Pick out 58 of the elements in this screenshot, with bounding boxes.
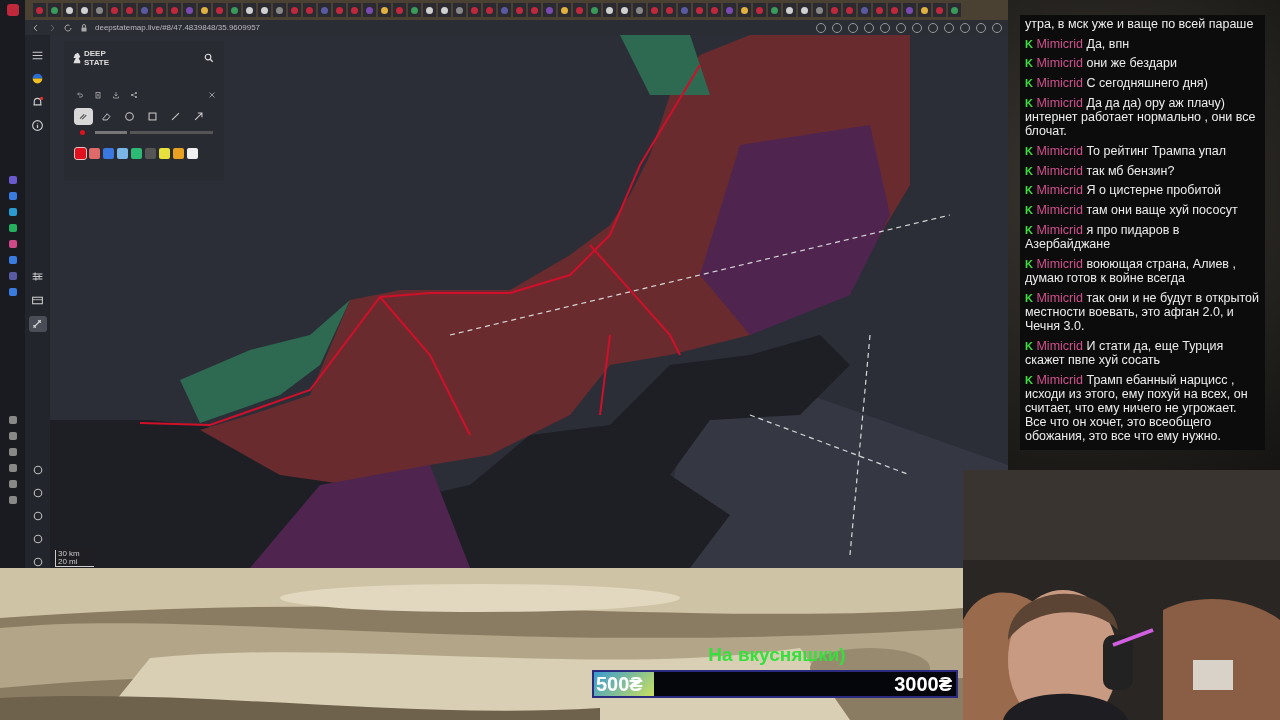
lock-icon: [79, 22, 89, 33]
bell-icon: [31, 95, 44, 109]
browser-tab[interactable]: [423, 3, 436, 17]
map-tool-icon[interactable]: [31, 555, 44, 568]
browser-tab[interactable]: [558, 3, 571, 17]
chat-message: K Mimicrid так они и не будут в открытой местности воевать, это афган 2.0, и Чечня 3.0.: [1025, 290, 1259, 334]
current-amount: 500₴: [596, 672, 643, 696]
flag-icon: [31, 72, 44, 86]
browser-tab[interactable]: [918, 3, 931, 17]
browser-tab[interactable]: [228, 3, 241, 17]
browser-tab[interactable]: [273, 3, 286, 17]
chat-message: K Mimicrid С сегодняшнего дня): [1025, 76, 1209, 91]
chat-message: K Mimicrid Трамп ебанный нарцисс , исходи из этого, ему похуй на всех, он считает, что ему ничего не угрожает. Все что он хочет, это всеобщего обожания, это все что ему нужно.: [1025, 372, 1249, 444]
chat-message: K Mimicrid То рейтинг Трампа упал: [1025, 143, 1227, 159]
goal-amount: 3000₴: [894, 672, 952, 696]
browser-tab[interactable]: [93, 3, 106, 17]
chat-message: утра, в мск уже и ваще по всей параше: [1025, 17, 1255, 32]
browser-tab[interactable]: [768, 3, 781, 17]
donation-goal-title: На вкусняшки): [708, 644, 846, 666]
browser-tab[interactable]: [48, 3, 61, 17]
draw-button[interactable]: [28, 315, 47, 332]
browser-tab[interactable]: [258, 3, 271, 17]
browser-tab[interactable]: [813, 3, 826, 17]
app-icon[interactable]: [6, 4, 19, 16]
chat-message: K Mimicrid И стати да, еще Турция скажет пвпе хуй сосать: [1025, 338, 1225, 368]
browser-tab[interactable]: [738, 3, 751, 17]
browser-tab[interactable]: [453, 3, 466, 17]
map-tool-icon[interactable]: [31, 486, 44, 499]
browser-tab[interactable]: [243, 3, 256, 17]
chat-message: K Mimicrid Да, впн: [1025, 36, 1131, 51]
browser-tab[interactable]: [783, 3, 796, 17]
browser-tab[interactable]: [198, 3, 211, 17]
browser-tab[interactable]: [438, 3, 451, 17]
map-tool-icon[interactable]: [31, 509, 44, 522]
browser-tab[interactable]: [618, 3, 631, 17]
browser-tab[interactable]: [588, 3, 601, 17]
reload-icon[interactable]: [63, 22, 73, 33]
chat-message: K Mimicrid воюющая страна, Алиев , думаю готов к войне всегда: [1025, 256, 1237, 286]
pencil-icon: [31, 317, 44, 331]
browser-tab[interactable]: [378, 3, 391, 17]
chat-message: K Mimicrid я про пидаров в Азербайджане: [1025, 222, 1181, 252]
map-tool-icon[interactable]: [31, 532, 44, 545]
chat-message: K Mimicrid Я о цистерне пробитой: [1025, 183, 1222, 198]
browser-tab[interactable]: [798, 3, 811, 17]
browser-tab[interactable]: [603, 3, 616, 17]
map-tool-icon[interactable]: [31, 463, 44, 476]
browser-tab[interactable]: [63, 3, 76, 17]
layers-icon: [31, 270, 44, 284]
chat-message: K Mimicrid они же бездари: [1025, 56, 1178, 71]
chat-message: K Mimicrid Да да да) ору аж плачу) интернет работает нормально , они все блочат.: [1025, 95, 1257, 139]
browser-tab[interactable]: [948, 3, 961, 17]
browser-tab[interactable]: [633, 3, 646, 17]
info-icon: [31, 118, 44, 132]
browser-tab[interactable]: [78, 3, 91, 17]
chat-message: K Mimicrid так мб бензин?: [1025, 163, 1176, 178]
url-field[interactable]: deepstatemap.live/#8/47.4839848/35.9609957: [95, 23, 261, 32]
chat-message: K Mimicrid там они ваще хуй пососут: [1025, 203, 1239, 218]
browser-tab[interactable]: [408, 3, 421, 17]
